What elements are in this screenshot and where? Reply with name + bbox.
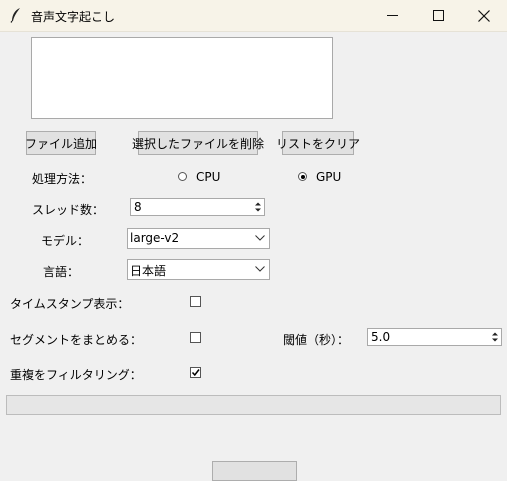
maximize-icon [432,10,444,21]
radio-cpu[interactable] [178,172,187,181]
threads-spinbox[interactable]: 8 [130,198,265,216]
threshold-value: 5.0 [371,330,391,344]
close-icon [478,9,490,22]
timestamp-label: タイムスタンプ表示： [10,297,130,311]
radio-gpu[interactable] [298,172,307,181]
spin-arrows-icon[interactable] [253,200,263,214]
dedupe-label: 重複をフィルタリング： [10,368,142,382]
model-label: モデル： [41,234,90,248]
model-value: large-v2 [130,231,180,245]
timestamp-checkbox[interactable] [190,296,201,307]
close-button[interactable] [461,0,507,31]
processing-label: 処理方法： [32,172,93,186]
feather-icon [10,8,20,23]
segment-label: セグメントをまとめる： [10,333,143,347]
window-title: 音声文字起こし [31,10,116,24]
threads-value: 8 [134,200,142,214]
chevron-down-icon [255,235,265,241]
file-listbox[interactable] [31,37,333,119]
spin-arrows-icon[interactable] [490,330,500,344]
minimize-icon [386,15,398,16]
add-file-button[interactable]: ファイル追加 [25,131,97,155]
threshold-spinbox[interactable]: 5.0 [367,328,502,346]
language-combobox[interactable]: 日本語 [127,259,270,280]
checkmark-icon [191,369,200,377]
chevron-down-icon [255,266,265,272]
threads-label: スレッド数： [32,203,105,217]
start-button[interactable] [212,461,297,481]
minimize-button[interactable] [369,0,415,31]
threshold-label: 閾値（秒）： [283,333,350,347]
radio-gpu-label: GPU [316,170,342,184]
clear-list-button[interactable]: リストをクリア [276,131,360,155]
radio-cpu-label: CPU [196,170,221,184]
progress-bar [6,395,501,415]
model-combobox[interactable]: large-v2 [127,228,270,249]
language-label: 言語： [43,265,80,279]
segment-checkbox[interactable] [190,332,201,343]
title-bar: 音声文字起こし [0,0,507,32]
language-value: 日本語 [130,264,167,278]
maximize-button[interactable] [415,0,461,31]
dedupe-checkbox[interactable] [190,367,201,378]
remove-selected-button[interactable]: 選択したファイルを削除 [132,131,264,155]
